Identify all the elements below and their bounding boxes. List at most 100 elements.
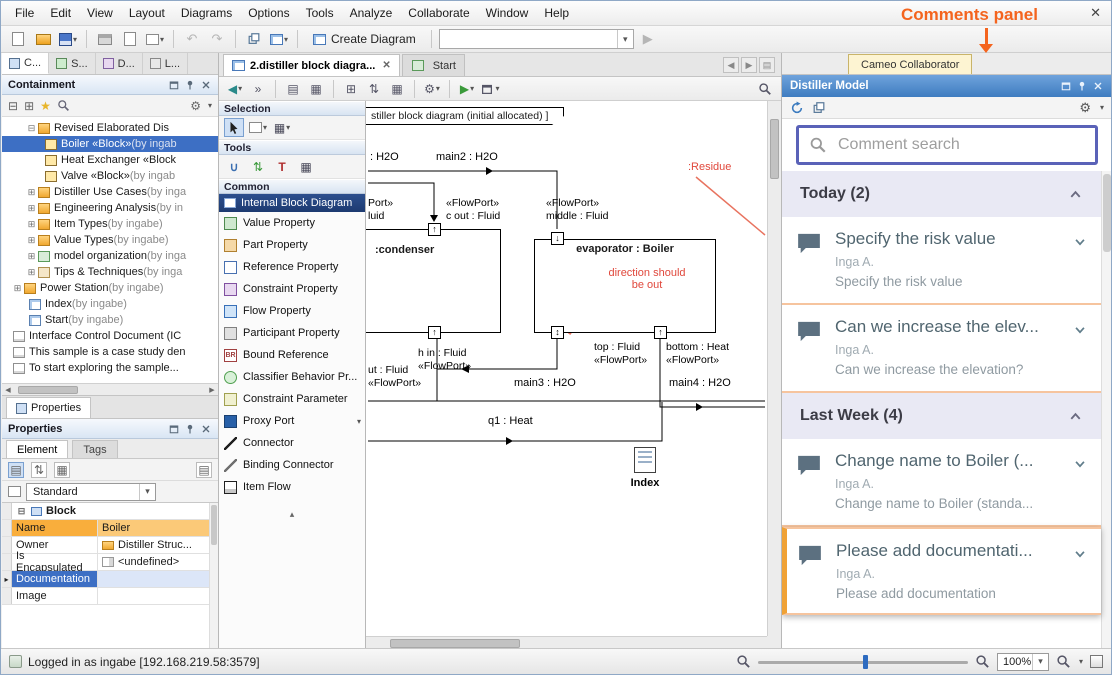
sort-alphabetically-icon[interactable]: ⇅: [31, 462, 47, 478]
collapse-all-icon[interactable]: ⊟: [8, 99, 18, 113]
property-value[interactable]: [98, 588, 218, 604]
project-options-button[interactable]: ▾: [144, 28, 166, 50]
zoom-slider[interactable]: [758, 655, 968, 669]
properties-mode-combo[interactable]: Standard ▾: [26, 483, 156, 501]
menu-layout[interactable]: Layout: [121, 3, 173, 23]
property-value[interactable]: <undefined>: [98, 554, 218, 570]
palette-item-constraint-parameter[interactable]: Constraint Parameter: [219, 388, 365, 410]
slider-thumb[interactable]: [863, 655, 868, 669]
tab-lock-view[interactable]: L...: [143, 53, 188, 74]
connector-label-main2[interactable]: main2 : H2O: [436, 151, 498, 163]
tree-item[interactable]: ⊞model organization (by inga: [2, 248, 218, 264]
property-value[interactable]: Boiler: [98, 520, 218, 536]
customize-icon[interactable]: ▤: [196, 462, 212, 478]
part-label-residue[interactable]: :Residue: [688, 161, 731, 173]
tree-item[interactable]: ⊞Tips & Techniques (by inga: [2, 264, 218, 280]
scroll-tabs-right-icon[interactable]: ▶: [741, 57, 757, 73]
pointer-tool[interactable]: [224, 118, 244, 137]
comment-group-today[interactable]: Today (2): [782, 171, 1101, 217]
palette-section-common[interactable]: Common: [219, 179, 365, 194]
model-transform-button[interactable]: ▾: [268, 28, 290, 50]
pin-panel-icon[interactable]: [1076, 80, 1088, 92]
palette-collapse-icon[interactable]: ▴: [219, 506, 365, 522]
canvas-vertical-scrollbar[interactable]: [767, 101, 781, 636]
menu-analyze[interactable]: Analyze: [342, 3, 401, 23]
palette-item-bound-reference[interactable]: BRBound Reference: [219, 344, 365, 366]
zoom-tool[interactable]: ▦▾: [272, 118, 292, 137]
tab-distiller-block-diagram[interactable]: 2.distiller block diagra... ✕: [223, 54, 400, 76]
expand-comment-icon[interactable]: [1073, 235, 1087, 249]
print-preview-button[interactable]: [119, 28, 141, 50]
expand-comment-icon[interactable]: [1073, 547, 1087, 561]
lasso-tool[interactable]: ▾: [248, 118, 268, 137]
palette-item-connector[interactable]: Connector: [219, 432, 365, 454]
property-value[interactable]: Distiller Struc...: [98, 537, 218, 553]
tree-item[interactable]: Start (by ingabe): [2, 312, 218, 328]
diagram-options-button[interactable]: ⚙▾: [422, 79, 442, 99]
tab-start[interactable]: Start: [402, 54, 465, 76]
property-group-row[interactable]: ⊟Block: [2, 503, 218, 520]
tab-diagrams[interactable]: D...: [96, 53, 143, 74]
tab-properties[interactable]: Properties: [6, 397, 91, 418]
expand-toggle-icon[interactable]: ⊞: [26, 235, 37, 246]
port-label-c-out[interactable]: c out : Fluid: [446, 210, 500, 222]
menu-help[interactable]: Help: [536, 3, 577, 23]
collapse-toggle-icon[interactable]: ⊟: [16, 506, 27, 517]
scrollbar-thumb[interactable]: [390, 639, 520, 648]
settings-caret-icon[interactable]: ▾: [1100, 103, 1104, 112]
port-evaporator-bottom-left[interactable]: ↕: [551, 326, 564, 339]
expand-toggle-icon[interactable]: ⊞: [26, 219, 37, 230]
port-label-h-in[interactable]: h in : Fluid: [418, 347, 466, 359]
connector-label-main1[interactable]: : H2O: [370, 151, 399, 163]
validation-button[interactable]: ▦: [306, 79, 326, 99]
index-label[interactable]: Index: [628, 477, 662, 489]
copy-link-icon[interactable]: [812, 101, 826, 115]
categorized-view-icon[interactable]: ▤: [8, 462, 24, 478]
tree-item[interactable]: Heat Exchanger «Block: [2, 152, 218, 168]
scrollbar-thumb[interactable]: [211, 505, 217, 545]
port-condenser-top[interactable]: ↑: [428, 223, 441, 236]
palette-item-part-property[interactable]: Part Property: [219, 234, 365, 256]
scroll-tabs-left-icon[interactable]: ◀: [723, 57, 739, 73]
property-row-encapsulated[interactable]: Is Encapsulated <undefined>: [2, 554, 218, 571]
port-label-middle[interactable]: middle : Fluid: [546, 210, 608, 222]
tab-containment[interactable]: C...: [2, 53, 49, 74]
menu-file[interactable]: File: [7, 3, 42, 23]
properties-scrollbar[interactable]: [209, 503, 218, 650]
tree-item[interactable]: ⊞Engineering Analysis (by in: [2, 200, 218, 216]
diagram-search-button[interactable]: [755, 79, 775, 99]
pin-panel-icon[interactable]: [184, 79, 196, 91]
comment-item-highlighted[interactable]: Please add documentati... Inga A. Please…: [782, 527, 1101, 615]
menu-edit[interactable]: Edit: [42, 3, 79, 23]
tree-horizontal-scrollbar[interactable]: ◀ ▶: [2, 383, 218, 395]
zoom-menu-icon[interactable]: [1056, 654, 1071, 669]
tree-item[interactable]: Index (by ingabe): [2, 296, 218, 312]
close-panel-icon[interactable]: [1092, 80, 1104, 92]
property-row-name[interactable]: Name Boiler: [2, 520, 218, 537]
comment-item[interactable]: Can we increase the elev... Inga A. Can …: [782, 305, 1101, 393]
collaborate-button[interactable]: [243, 28, 265, 50]
palette-item-value-property[interactable]: Value Property: [219, 212, 365, 234]
comment-search-box[interactable]: [796, 125, 1098, 165]
menu-window[interactable]: Window: [478, 3, 537, 23]
show-palette-button[interactable]: ▤: [283, 79, 303, 99]
expand-comment-icon[interactable]: [1073, 457, 1087, 471]
proxy-port-caret-icon[interactable]: ▾: [357, 417, 361, 426]
port-label-bottom[interactable]: bottom : Heat: [666, 341, 729, 353]
tree-item[interactable]: Valve «Block» (by ingab: [2, 168, 218, 184]
property-value[interactable]: [98, 571, 218, 587]
collapse-group-icon[interactable]: [1068, 187, 1083, 202]
palette-item-flow-property[interactable]: Flow Property: [219, 300, 365, 322]
close-tab-icon[interactable]: ✕: [382, 60, 390, 71]
collapse-toggle-icon[interactable]: ⊟: [26, 123, 37, 134]
expand-comment-icon[interactable]: [1073, 323, 1087, 337]
close-panel-icon[interactable]: [200, 79, 212, 91]
open-project-button[interactable]: [32, 28, 54, 50]
settings-caret-icon[interactable]: ▾: [208, 101, 212, 110]
layout-button[interactable]: ⇅: [364, 79, 384, 99]
palette-item-internal-block-diagram[interactable]: Internal Block Diagram: [219, 194, 365, 212]
property-row-image[interactable]: Image: [2, 588, 218, 605]
tab-element[interactable]: Element: [6, 440, 68, 458]
property-row-documentation[interactable]: ▸ Documentation: [2, 571, 218, 588]
menu-tools[interactable]: Tools: [298, 3, 342, 23]
